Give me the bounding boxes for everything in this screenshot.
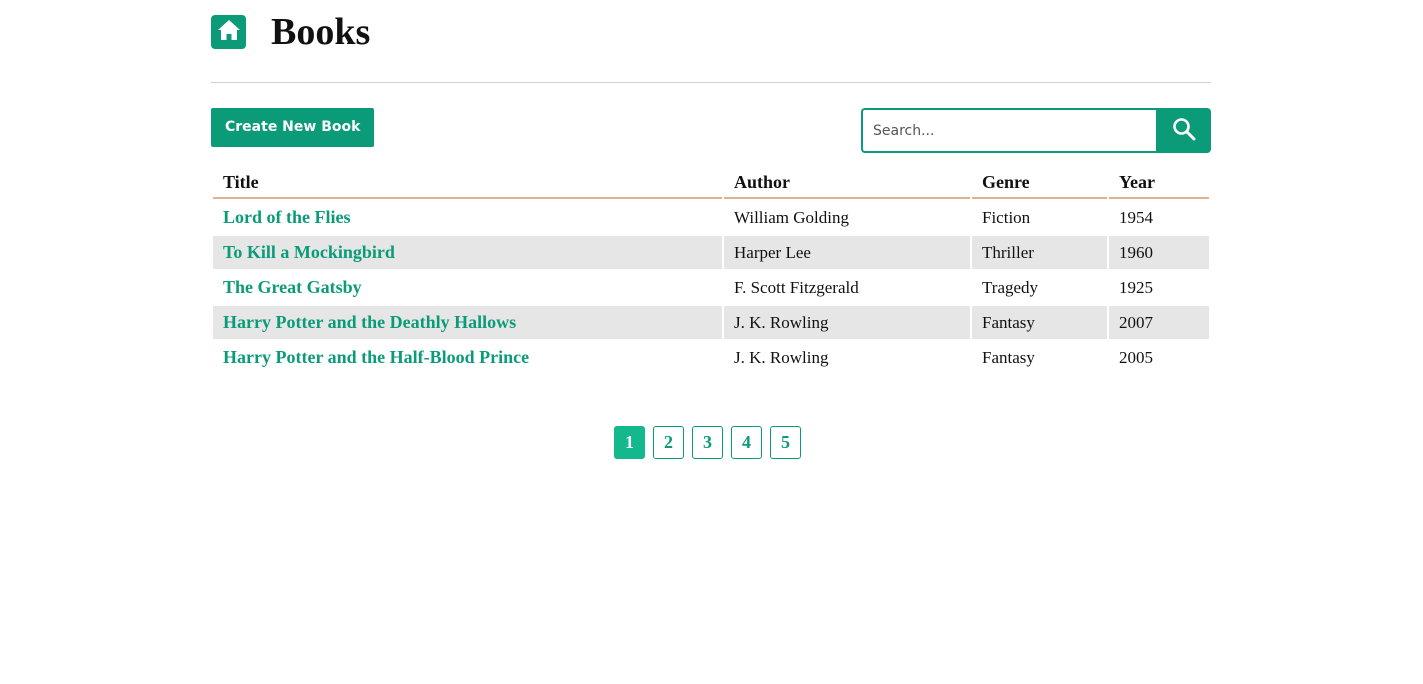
pagination: 1 2 3 4 5 [614,426,801,459]
table-row: Harry Potter and the Deathly Hallows J. … [213,306,1209,339]
title-cell: The Great Gatsby [213,271,722,304]
page-button-2[interactable]: 2 [653,426,684,459]
genre-cell: Fiction [982,207,1031,227]
title-cell: Harry Potter and the Deathly Hallows [213,306,722,339]
table-row: To Kill a Mockingbird Harper Lee Thrille… [213,236,1209,269]
author-cell: Harper Lee [724,236,970,269]
page-header: Books [211,0,1211,83]
column-header-title[interactable]: Title [213,167,722,199]
year-cell: 1954 [1119,207,1153,227]
author-cell: F. Scott Fitzgerald [734,277,859,297]
year-cell: 2005 [1119,347,1153,367]
genre-cell: Tragedy [982,277,1039,297]
page-title: Books [271,11,371,53]
home-icon [217,19,241,46]
book-title-link[interactable]: The Great Gatsby [223,277,362,297]
author-cell: William Golding [734,207,849,227]
create-new-book-button[interactable]: Create New Book [211,108,375,147]
genre-cell: Fantasy [982,347,1035,367]
genre-cell: Thriller [972,236,1107,269]
table-header-row: Title Author Genre Year [213,167,1209,199]
book-title-link[interactable]: To Kill a Mockingbird [223,242,395,262]
column-header-year[interactable]: Year [1109,167,1209,199]
genre-cell: Fantasy [972,306,1107,339]
title-cell: To Kill a Mockingbird [213,236,722,269]
search-input[interactable] [861,108,1156,153]
page-button-1[interactable]: 1 [614,426,645,459]
page-button-4[interactable]: 4 [731,426,762,459]
page-container: Books Create New Book Title [211,0,1211,459]
year-cell: 2007 [1109,306,1209,339]
title-cell: Lord of the Flies [213,201,722,234]
column-header-genre[interactable]: Genre [972,167,1107,199]
book-title-link[interactable]: Lord of the Flies [223,207,351,227]
books-table: Title Author Genre Year Lord of the Flie… [211,165,1211,376]
book-title-link[interactable]: Harry Potter and the Deathly Hallows [223,312,516,332]
author-cell: J. K. Rowling [734,347,829,367]
author-cell: J. K. Rowling [724,306,970,339]
home-button[interactable] [211,15,246,49]
table-row: The Great Gatsby F. Scott Fitzgerald Tra… [213,271,1209,304]
search-bar [861,108,1211,153]
year-cell: 1925 [1119,277,1153,297]
book-title-link[interactable]: Harry Potter and the Half-Blood Prince [223,347,529,367]
toolbar: Create New Book [211,83,1211,153]
table-row: Lord of the Flies William Golding Fictio… [213,201,1209,234]
table-row: Harry Potter and the Half-Blood Prince J… [213,341,1209,374]
page-button-5[interactable]: 5 [770,426,801,459]
page-button-3[interactable]: 3 [692,426,723,459]
year-cell: 1960 [1109,236,1209,269]
column-header-author[interactable]: Author [724,167,970,199]
search-button[interactable] [1156,108,1211,153]
title-cell: Harry Potter and the Half-Blood Prince [213,341,722,374]
search-icon [1172,117,1196,144]
